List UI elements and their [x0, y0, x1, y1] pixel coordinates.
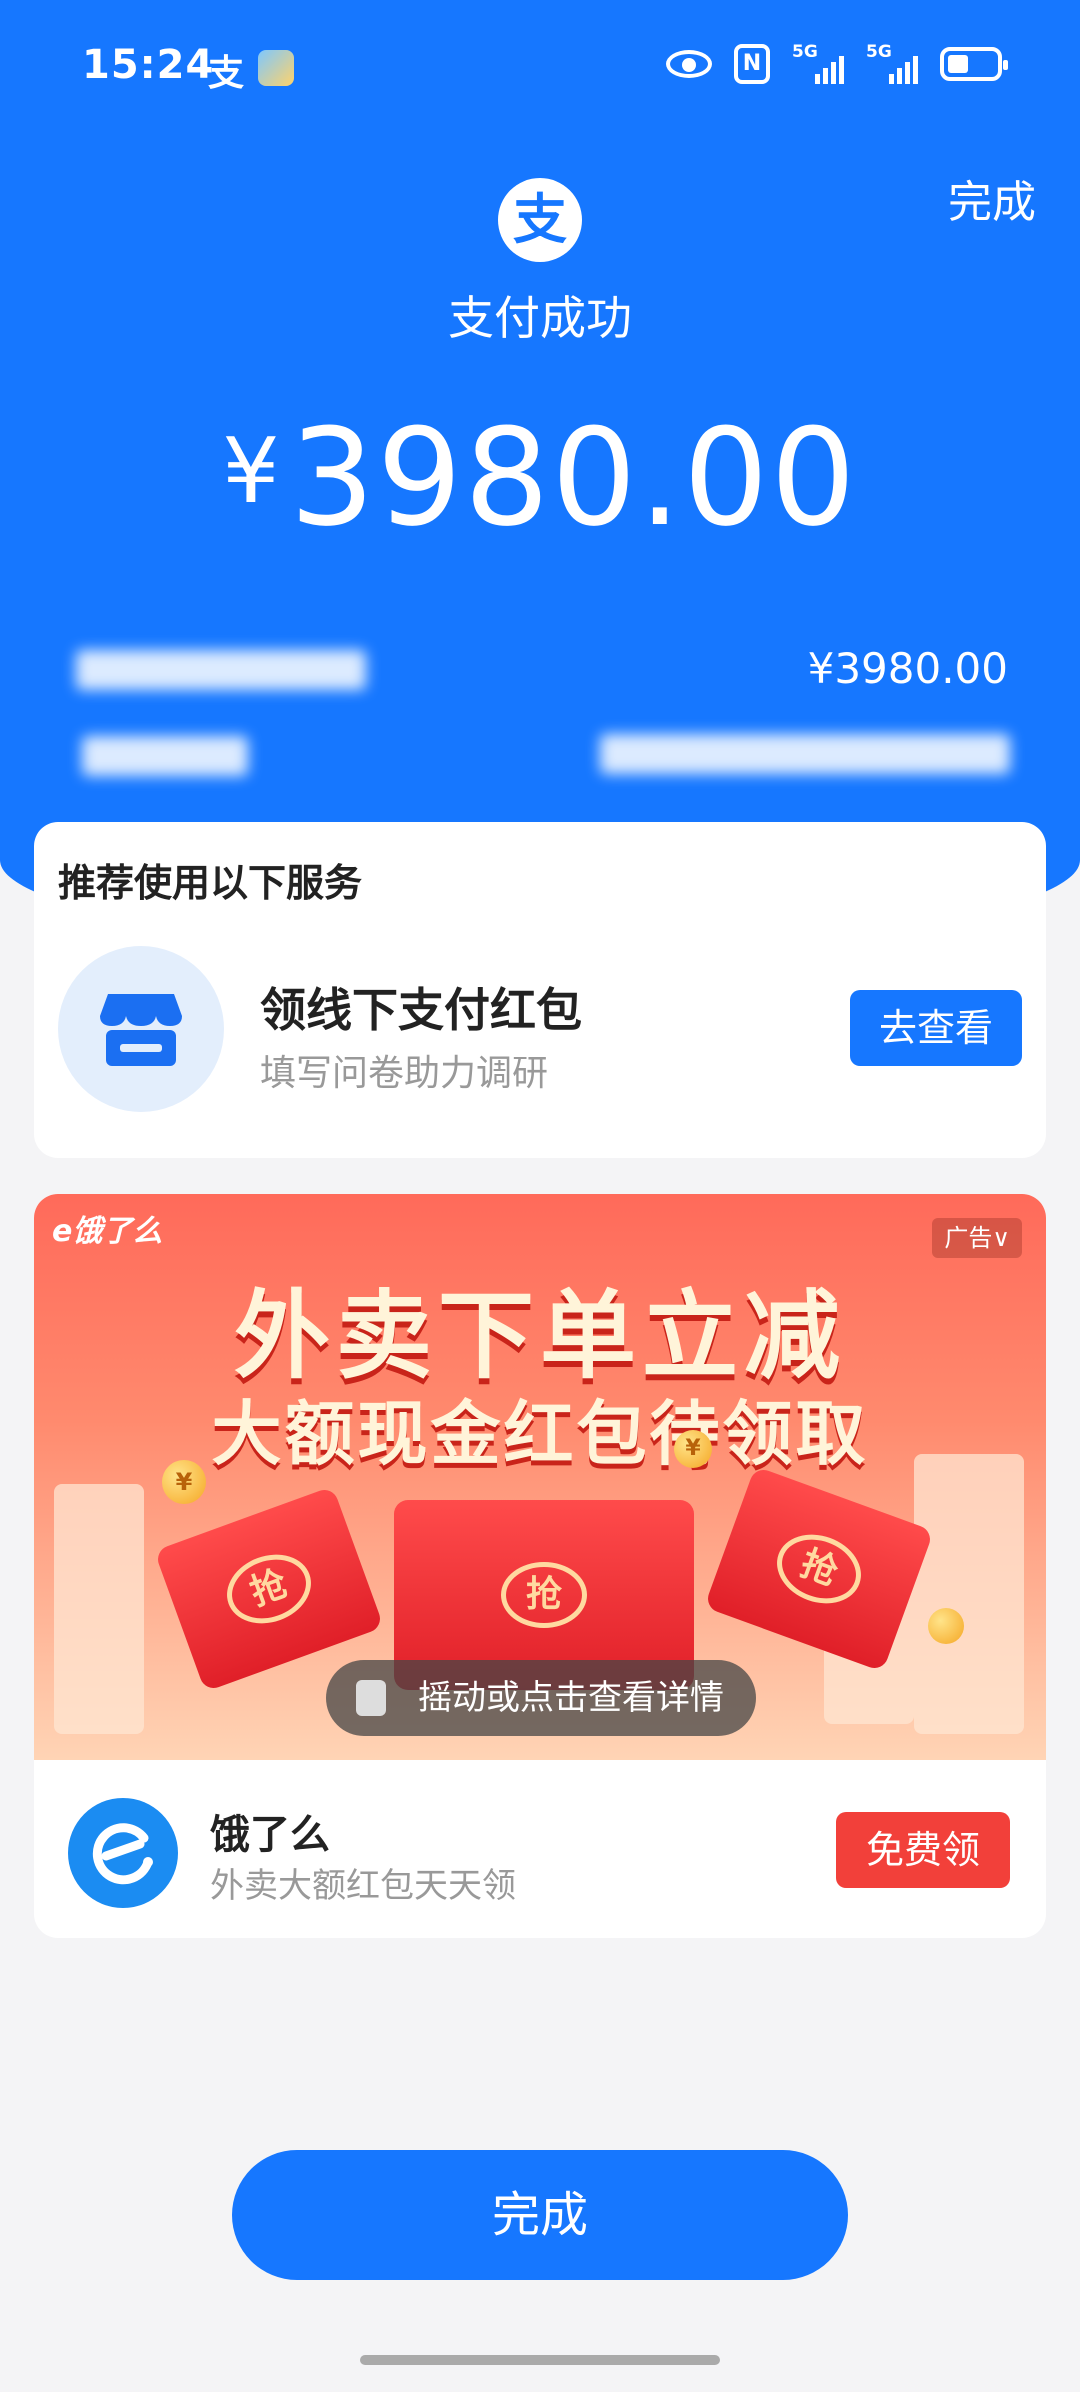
shake-phone-icon — [356, 1680, 386, 1716]
free-claim-button[interactable]: 免费领 — [836, 1812, 1010, 1888]
eye-icon — [666, 50, 712, 78]
redacted-payment-label — [82, 736, 248, 776]
signal-label: 5G — [792, 42, 818, 62]
signal-label: 5G — [866, 42, 892, 62]
eleme-app-icon — [68, 1798, 178, 1908]
top-done-button[interactable]: 完成 — [948, 166, 1036, 230]
done-button[interactable]: 完成 — [232, 2150, 848, 2280]
envelope-seal: 抢 — [767, 1523, 871, 1615]
eleme-ad-logo: e饿了么 — [52, 1214, 163, 1249]
currency-symbol: ¥ — [222, 419, 280, 524]
envelope-seal: 抢 — [217, 1543, 321, 1635]
signal-icon: 5G — [866, 42, 918, 84]
envelope-seal: 抢 — [501, 1562, 587, 1628]
home-indicator[interactable] — [360, 2355, 720, 2365]
amount-value: 3980.00 — [289, 400, 858, 556]
view-button[interactable]: 去查看 — [850, 990, 1022, 1066]
payment-success-title: 支付成功 — [448, 291, 632, 345]
payment-amount: ¥3980.00 — [0, 400, 1080, 556]
ad-tag[interactable]: 广告∨ — [932, 1218, 1022, 1258]
red-envelope-icon: 抢 — [154, 1486, 384, 1692]
alipay-logo-icon: 支 — [498, 178, 582, 262]
decor-block — [54, 1484, 144, 1734]
coin-icon — [928, 1608, 964, 1644]
recommend-item-title: 领线下支付红包 — [260, 983, 582, 1037]
coin-icon: ¥ — [674, 1430, 712, 1468]
status-time: 15:24 — [82, 42, 215, 88]
recommend-item-subtitle: 填写问卷助力调研 — [260, 1053, 549, 1094]
ad-app-description: 外卖大额红包天天领 — [210, 1866, 516, 1906]
coin-icon: ¥ — [162, 1460, 206, 1504]
signal-icon: 5G — [792, 42, 844, 84]
nfc-icon: N — [734, 44, 770, 84]
store-icon-wrapper — [58, 946, 224, 1112]
ad-card: e饿了么 广告∨ 外卖下单立减 大额现金红包待领取 抢 抢 抢 ¥ ¥ 摇动或点… — [34, 1194, 1046, 1938]
decor-block — [914, 1454, 1024, 1734]
shake-hint[interactable]: 摇动或点击查看详情 — [326, 1660, 756, 1736]
recommend-title: 推荐使用以下服务 — [58, 861, 363, 905]
redacted-merchant-label — [76, 650, 366, 690]
shake-hint-label: 摇动或点击查看详情 — [418, 1678, 724, 1718]
store-icon — [100, 994, 182, 1066]
redacted-payment-method — [600, 734, 1010, 774]
ad-headline: 外卖下单立减 — [234, 1280, 846, 1392]
alipay-icon: 支 — [208, 53, 245, 94]
status-bar: 15:24 支 N 5G 5G — [0, 0, 1080, 136]
status-icons: N 5G 5G — [666, 42, 1008, 84]
detail-amount: ¥3980.00 — [807, 644, 1008, 693]
recommend-card: 推荐使用以下服务 领线下支付红包 填写问卷助力调研 去查看 — [34, 822, 1046, 1158]
battery-icon — [940, 47, 1008, 81]
ad-banner[interactable]: e饿了么 广告∨ 外卖下单立减 大额现金红包待领取 抢 抢 抢 ¥ ¥ 摇动或点… — [34, 1194, 1046, 1760]
weather-icon — [258, 50, 294, 86]
ad-app-name: 饿了么 — [210, 1812, 330, 1858]
eleme-logo-icon — [92, 1823, 153, 1885]
